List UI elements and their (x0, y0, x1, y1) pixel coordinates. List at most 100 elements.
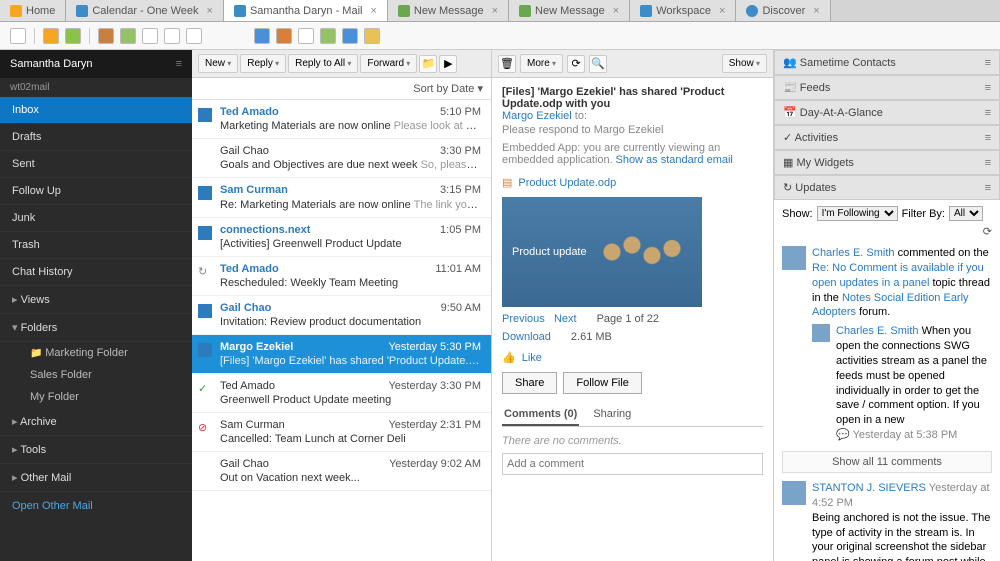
avatar (782, 481, 806, 505)
sidebar-chat-history[interactable]: Chat History (0, 259, 192, 286)
next-link[interactable]: Next (554, 313, 577, 325)
close-icon[interactable]: × (207, 5, 213, 17)
misc-icon[interactable] (186, 28, 202, 44)
open-icon[interactable] (10, 28, 26, 44)
acc-updates[interactable]: ↻ Updates≡ (774, 175, 1000, 200)
tab-comments[interactable]: Comments (0) (502, 404, 579, 426)
message-row[interactable]: ⊘Yesterday 2:31 PMSam CurmanCancelled: T… (192, 413, 491, 452)
sync-icon[interactable] (254, 28, 270, 44)
message-row[interactable]: Yesterday 5:30 PMMargo Ezekiel[Files] 'M… (192, 335, 491, 374)
show-select[interactable]: I'm Following (817, 206, 898, 221)
link-icon[interactable] (120, 28, 136, 44)
acc-day-glance[interactable]: 📅 Day-At-A-Glance≡ (774, 100, 1000, 125)
tag-icon[interactable] (98, 28, 114, 44)
acc-sametime[interactable]: 👥 Sametime Contacts≡ (774, 50, 1000, 75)
message-row[interactable]: 1:05 PMconnections.next[Activities] Gree… (192, 218, 491, 257)
menu-icon[interactable]: ≡ (176, 58, 182, 70)
sidebar-followup[interactable]: Follow Up (0, 178, 192, 205)
more-button[interactable]: More (520, 54, 563, 73)
update-user-link[interactable]: Charles E. Smith (812, 247, 895, 259)
tab-new-message-1[interactable]: New Message× (388, 0, 509, 21)
message-row[interactable]: 3:30 PMGail ChaoGoals and Objectives are… (192, 139, 491, 178)
message-time: 3:15 PM (440, 184, 481, 196)
search-icon[interactable]: 🔍 (589, 55, 607, 73)
prev-link[interactable]: Previous (502, 313, 545, 325)
sidebar-other-mail[interactable]: Other Mail (0, 464, 192, 492)
flag-icon[interactable] (142, 28, 158, 44)
sidebar-sent[interactable]: Sent (0, 151, 192, 178)
tool-icon[interactable] (65, 28, 81, 44)
close-icon[interactable]: × (370, 5, 376, 17)
print-icon[interactable] (43, 28, 59, 44)
cut-icon[interactable] (276, 28, 292, 44)
tab-home[interactable]: Home (0, 0, 66, 21)
sidebar-folders[interactable]: Folders (0, 314, 192, 342)
acc-widgets[interactable]: ▦ My Widgets≡ (774, 150, 1000, 175)
refresh-icon[interactable]: ⟳ (567, 55, 585, 73)
close-icon[interactable]: × (492, 5, 498, 17)
misc-icon[interactable] (164, 28, 180, 44)
menu-icon[interactable]: ≡ (985, 82, 991, 94)
attach-icon[interactable] (320, 28, 336, 44)
message-row[interactable]: ✓Yesterday 3:30 PMTed AmadoGreenwell Pro… (192, 374, 491, 413)
new-button[interactable]: New (198, 54, 238, 73)
sidebar-views[interactable]: Views (0, 286, 192, 314)
sidebar-archive[interactable]: Archive (0, 408, 192, 436)
close-icon[interactable]: × (813, 5, 819, 17)
open-other-mail-link[interactable]: Open Other Mail (0, 492, 192, 520)
message-row[interactable]: 5:10 PMTed AmadoMarketing Materials are … (192, 100, 491, 139)
sidebar-junk[interactable]: Junk (0, 205, 192, 232)
menu-icon[interactable]: ≡ (985, 157, 991, 169)
sidebar-tools[interactable]: Tools (0, 436, 192, 464)
show-standard-link[interactable]: Show as standard email (615, 154, 732, 166)
acc-feeds[interactable]: 📰 Feeds≡ (774, 75, 1000, 100)
forward-button[interactable]: Forward (360, 54, 417, 73)
reply-all-button[interactable]: Reply to All (288, 54, 358, 73)
close-icon[interactable]: × (613, 5, 619, 17)
update-user-link[interactable]: STANTON J. SIEVERS (812, 482, 926, 494)
like-button[interactable]: 👍Like (502, 351, 763, 364)
trash-icon[interactable]: 🗑 (498, 55, 516, 73)
message-row[interactable]: Yesterday 9:02 AMGail ChaoOut on Vacatio… (192, 452, 491, 491)
sidebar-folder-my[interactable]: My Folder (0, 386, 192, 408)
message-row[interactable]: 9:50 AMGail ChaoInvitation: Review produ… (192, 296, 491, 335)
sidebar-folder-marketing[interactable]: Marketing Folder (0, 342, 192, 364)
message-items[interactable]: 5:10 PMTed AmadoMarketing Materials are … (192, 100, 491, 561)
sidebar-inbox[interactable]: Inbox (0, 97, 192, 124)
follow-file-button[interactable]: Follow File (563, 372, 642, 394)
refresh-icon[interactable]: ⟳ (983, 226, 992, 238)
close-icon[interactable]: × (719, 5, 725, 17)
share-button[interactable]: Share (502, 372, 557, 394)
calendar-tool-icon[interactable] (342, 28, 358, 44)
folder-icon[interactable] (364, 28, 380, 44)
show-all-comments[interactable]: Show all 11 comments (782, 451, 992, 473)
comment-input[interactable] (502, 453, 763, 475)
tab-mail[interactable]: Samantha Daryn - Mail× (224, 0, 388, 21)
file-title[interactable]: ▤Product Update.odp (502, 176, 763, 189)
sidebar-drafts[interactable]: Drafts (0, 124, 192, 151)
sidebar-folder-sales[interactable]: Sales Folder (0, 364, 192, 386)
menu-icon[interactable]: ≡ (985, 57, 991, 69)
tab-sharing[interactable]: Sharing (591, 404, 633, 426)
update-user-link[interactable]: Charles E. Smith (836, 325, 919, 337)
download-link[interactable]: Download (502, 331, 551, 343)
tab-discover[interactable]: Discover× (736, 0, 830, 21)
folder-move-icon[interactable]: 📁 (419, 55, 437, 73)
file-thumbnail[interactable]: Product update (502, 197, 702, 307)
menu-icon[interactable]: ≡ (985, 107, 991, 119)
tab-workspace[interactable]: Workspace× (630, 0, 736, 21)
acc-activities[interactable]: ✓ Activities≡ (774, 125, 1000, 150)
sidebar-trash[interactable]: Trash (0, 232, 192, 259)
message-row[interactable]: ↻11:01 AMTed AmadoRescheduled: Weekly Te… (192, 257, 491, 296)
paste-icon[interactable] (298, 28, 314, 44)
tab-calendar[interactable]: Calendar - One Week× (66, 0, 224, 21)
reply-button[interactable]: Reply (240, 54, 286, 73)
message-row[interactable]: 3:15 PMSam CurmanRe: Marketing Materials… (192, 178, 491, 218)
sort-by-date[interactable]: Sort by Date ▾ (192, 78, 491, 100)
show-button[interactable]: Show (722, 54, 767, 73)
menu-icon[interactable]: ≡ (985, 132, 991, 144)
tab-new-message-2[interactable]: New Message× (509, 0, 630, 21)
flag-action-icon[interactable]: ▶ (439, 55, 457, 73)
menu-icon[interactable]: ≡ (985, 182, 991, 194)
filter-select[interactable]: All (949, 206, 983, 221)
